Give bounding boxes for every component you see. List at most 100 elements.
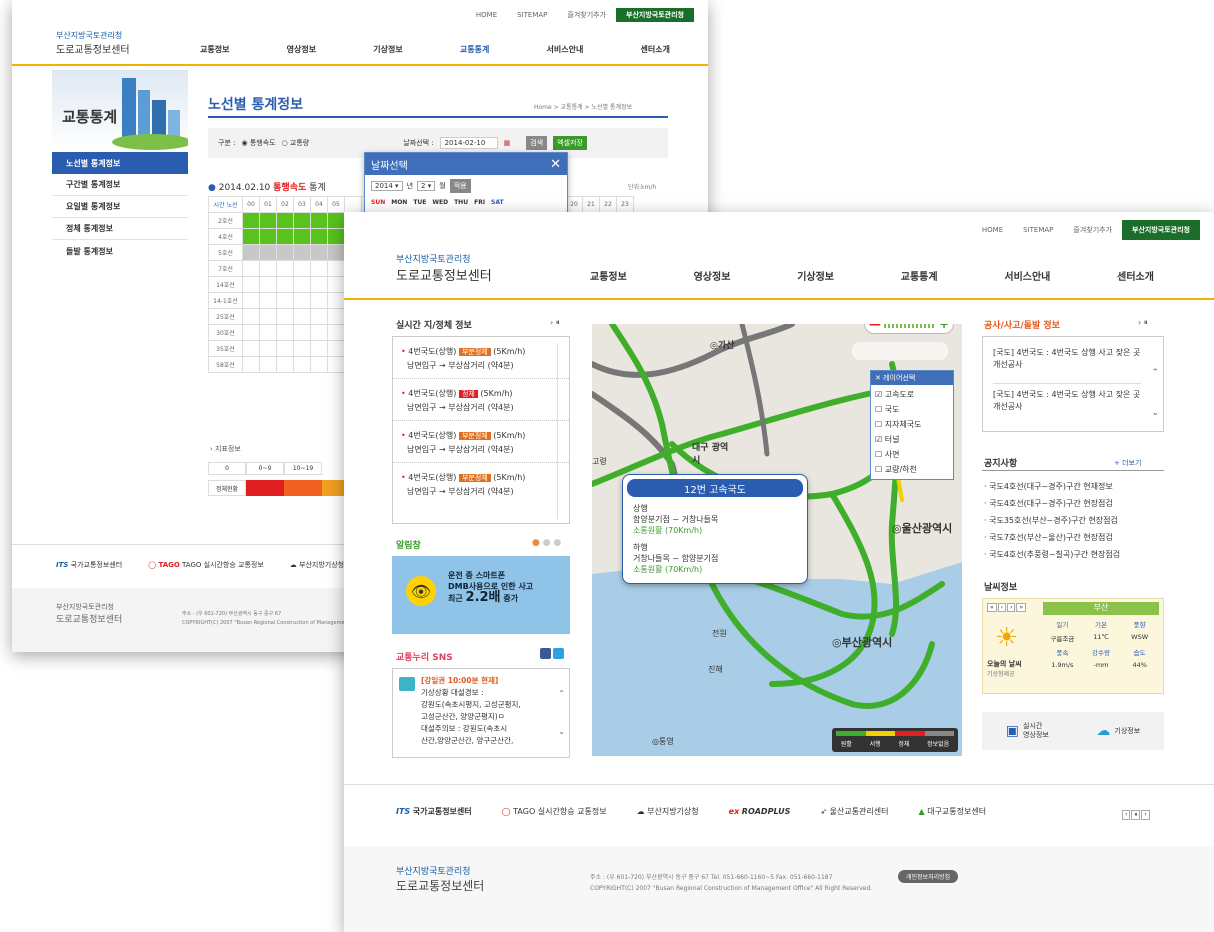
quick-weather[interactable]: ☁ 기상정보	[1096, 723, 1140, 739]
checkbox-icon[interactable]: ☐	[875, 450, 882, 459]
side-menu-item-incident[interactable]: 돌발 통계정보	[52, 240, 188, 262]
facebook-icon[interactable]	[540, 648, 551, 659]
notice-more-link[interactable]: + 더보기	[1114, 458, 1141, 468]
radio-volume[interactable]: ○ 교통량	[282, 138, 310, 148]
map-search-box[interactable]	[852, 342, 948, 360]
checkbox-icon[interactable]: ☑	[875, 390, 882, 399]
top-link-home[interactable]: HOME	[466, 8, 507, 22]
top-link-agency[interactable]: 부산지방국토관리청	[1122, 220, 1200, 240]
top-link-bookmark[interactable]: 즐겨찾기추가	[557, 8, 616, 22]
nav-weather-info[interactable]: 기상정보	[373, 44, 402, 55]
logo-tago[interactable]: ◯ TAGO 실시간항승 교통정보	[502, 806, 607, 817]
layer-option[interactable]: ☐ 사면	[875, 447, 949, 462]
weather-nav[interactable]: « ‹ › »	[987, 603, 1027, 612]
notice-item[interactable]: · 국도35호선(부산~경주)구간 현장점검	[984, 512, 1164, 529]
logo-next-icon[interactable]: ›	[1141, 810, 1150, 820]
realtime-scrollbar[interactable]	[557, 343, 565, 519]
logo-pause-icon[interactable]: ⏸	[1131, 810, 1141, 820]
logo-ulsan[interactable]: ➶ 울산교통관리센터	[820, 806, 888, 817]
nav-traffic-info[interactable]: 교통정보	[200, 44, 229, 55]
incident-item-1[interactable]: [국도] 4번국도 : 4번국도 상행 사고 잦은 곳 개선공사	[993, 347, 1143, 371]
zoom-control[interactable]: — +	[864, 324, 954, 334]
nav-service-guide[interactable]: 서비스안내	[1004, 268, 1050, 283]
month-select[interactable]: 2 ▾	[417, 181, 436, 191]
nav-center-intro[interactable]: 센터소개	[1117, 268, 1154, 283]
traffic-map[interactable]: ◎가산 대구 광역시 고령 ◎울산광역시 ◎부산광역시 진해 전원 ◎통영 — …	[592, 324, 962, 756]
weather-next-icon[interactable]: ›	[1007, 603, 1016, 612]
quick-cctv[interactable]: ▣ 실시간 영상정보	[1006, 722, 1049, 740]
year-select[interactable]: 2014 ▾	[371, 181, 403, 191]
checkbox-icon[interactable]: ☐	[875, 405, 882, 414]
top-link-agency[interactable]: 부산지방국토관리청	[616, 8, 694, 22]
incident-item-2[interactable]: [국도] 4번국도 : 4번국도 상행 사고 잦은 곳 개선공사	[993, 389, 1143, 413]
logo-its[interactable]: ITS 국가교통정보센터	[56, 560, 122, 570]
front-brand[interactable]: 부산지방국토관리청 도로교통정보센터	[396, 252, 492, 284]
logo-prev-icon[interactable]: ‹	[1122, 810, 1131, 820]
privacy-button[interactable]: 개인정보처리방침	[898, 870, 959, 883]
nav-service-guide[interactable]: 서비스안내	[547, 44, 584, 55]
layer-option[interactable]: ☑ 고속도로	[875, 387, 949, 402]
realtime-item[interactable]: • 4번국도(상행) 부분정체 (5Km/h) 남면입구 → 부상삼거리 (약4분…	[393, 463, 569, 504]
side-menu-item-section[interactable]: 구간별 통계정보	[52, 174, 188, 196]
notice-item[interactable]: · 국도4호선(대구~경주)구간 현장점검	[984, 495, 1164, 512]
twitter-icon[interactable]	[553, 648, 564, 659]
excel-button[interactable]: 엑셀저장	[553, 136, 587, 150]
apply-button[interactable]: 적용	[449, 179, 471, 193]
sns-scrollbar[interactable]: ⌃ ⌄	[558, 675, 565, 751]
side-menu-item-congestion[interactable]: 정체 통계정보	[52, 218, 188, 240]
realtime-item[interactable]: • 4번국도(상행) 정체 (5Km/h) 남면입구 → 부상삼거리 (약4분)	[393, 379, 569, 421]
alert-pager[interactable]: ● ● ●	[532, 538, 561, 548]
search-button[interactable]: 검색	[526, 136, 548, 150]
nav-traffic-stats[interactable]: 교통통계	[460, 44, 489, 55]
nav-video-info[interactable]: 영상정보	[694, 268, 731, 283]
calendar-icon[interactable]: ▦	[504, 139, 511, 147]
checkbox-icon[interactable]: ☐	[875, 420, 882, 429]
logo-kma[interactable]: ☁ 부산지방기상청	[290, 560, 344, 570]
zoom-out-icon[interactable]: —	[869, 324, 881, 331]
realtime-controls[interactable]: › ⏸	[550, 318, 560, 328]
incident-scrollbar[interactable]: ⌃ ⌄	[1151, 353, 1159, 433]
alert-banner[interactable]: 👁 운전 중 스마트폰 DMB사용으로 인한 사고 최근 2.2배 증가	[392, 556, 570, 634]
radio-speed[interactable]: ◉ 통행속도	[241, 138, 275, 148]
zoom-in-icon[interactable]: +	[939, 324, 949, 331]
nav-video-info[interactable]: 영상정보	[287, 44, 316, 55]
weather-first-icon[interactable]: «	[987, 603, 997, 612]
incident-controls[interactable]: › ⏸	[1138, 318, 1148, 328]
weather-prev-icon[interactable]: ‹	[997, 603, 1007, 612]
layer-option[interactable]: ☐ 교량/하천	[875, 462, 949, 477]
top-link-bookmark[interactable]: 즐겨찾기추가	[1063, 220, 1122, 240]
side-menu-item-weekday[interactable]: 요일별 통계정보	[52, 196, 188, 218]
side-menu-item-route[interactable]: 노선별 통계정보	[52, 152, 188, 174]
notice-item[interactable]: · 국도4호선(추풍령~칠곡)구간 현장점검	[984, 546, 1164, 563]
notice-item[interactable]: · 국도4호선(대구~경주)구간 현재정보	[984, 478, 1164, 495]
top-link-sitemap[interactable]: SITEMAP	[507, 8, 557, 22]
realtime-item[interactable]: • 4번국도(상행) 부분정체 (5Km/h) 남면입구 → 부상삼거리 (약4분…	[393, 337, 569, 379]
logo-daegu[interactable]: ▲ 대구교통정보센터	[919, 806, 987, 817]
logo-its[interactable]: ITS 국가교통정보센터	[396, 806, 472, 817]
layer-option[interactable]: ☐ 지자체국도	[875, 417, 949, 432]
nav-traffic-stats[interactable]: 교통통계	[901, 268, 938, 283]
realtime-item[interactable]: • 4번국도(상행) 부분정체 (5Km/h) 남면입구 → 부상삼거리 (약4분…	[393, 421, 569, 463]
zoom-slider[interactable]	[884, 324, 936, 328]
layer-option[interactable]: ☐ 국도	[875, 402, 949, 417]
top-link-sitemap[interactable]: SITEMAP	[1013, 220, 1063, 240]
top-link-home[interactable]: HOME	[972, 220, 1013, 240]
checkbox-icon[interactable]: ☑	[875, 435, 882, 444]
logo-kma[interactable]: ☁ 부산지방기상청	[637, 806, 699, 817]
checkbox-icon[interactable]: ☐	[875, 465, 882, 474]
realtime-badge: 부분정체	[458, 474, 491, 482]
logo-roadplus[interactable]: ex ROADPLUS	[729, 807, 791, 816]
weather-last-icon[interactable]: »	[1016, 603, 1027, 612]
grid-row-label: 35호선	[208, 340, 243, 357]
nav-weather-info[interactable]: 기상정보	[797, 268, 834, 283]
close-icon[interactable]: ✕	[550, 157, 561, 172]
weather-box: « ‹ › » 부산 ☀ 오늘의 날씨 기상청제공 일기 기온 풍향 구름조금 11℃ W…	[982, 598, 1164, 694]
date-input[interactable]: 2014-02-10	[439, 137, 498, 149]
logo-nav[interactable]: ‹ ⏸ ›	[1122, 810, 1150, 820]
notice-item[interactable]: · 국도7호선(부산~울산)구간 현장점검	[984, 529, 1164, 546]
nav-traffic-info[interactable]: 교통정보	[590, 268, 627, 283]
layer-option[interactable]: ☑ 터널	[875, 432, 949, 447]
back-brand[interactable]: 부산지방국토관리청 도로교통정보센터	[56, 30, 130, 56]
logo-tago[interactable]: ◯ TAGO TAGO 실시간항승 교통정보	[148, 560, 264, 570]
nav-center-intro[interactable]: 센터소개	[640, 44, 669, 55]
